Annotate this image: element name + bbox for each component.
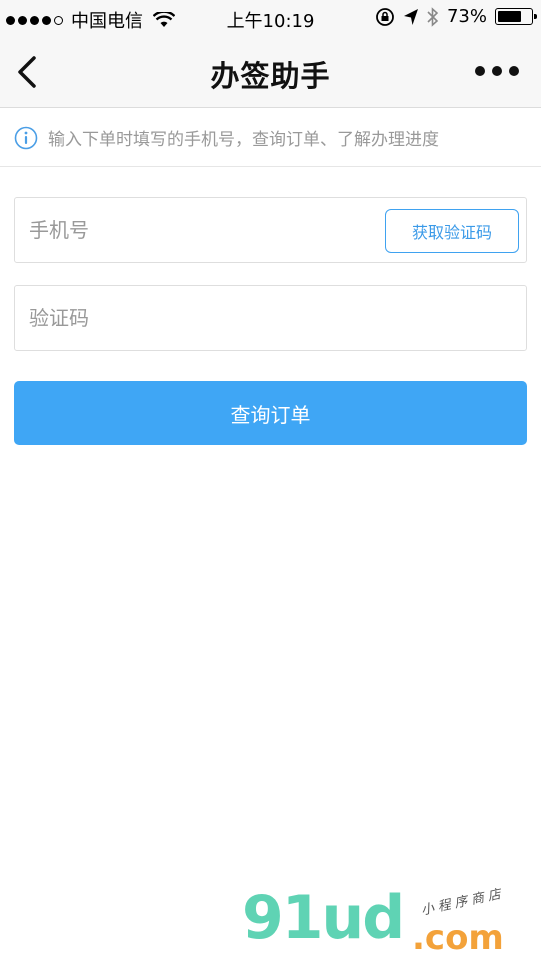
status-right: 73%	[375, 6, 537, 27]
watermark-logo: 91ud 小程序商店 .com	[242, 883, 532, 958]
nav-bar: 办签助手	[0, 36, 541, 108]
page-title: 办签助手	[210, 59, 331, 93]
phone-field-box: 获取验证码	[14, 197, 527, 263]
verification-code-input[interactable]	[29, 286, 369, 350]
bluetooth-icon	[427, 6, 439, 27]
location-arrow-icon	[403, 8, 418, 25]
battery-percent: 73%	[446, 6, 487, 27]
watermark-brand: 91ud	[242, 883, 405, 953]
more-dots-icon[interactable]	[475, 66, 519, 76]
battery-icon	[495, 8, 537, 25]
notice-bar: 输入下单时填写的手机号，查询订单、了解办理进度	[0, 109, 541, 167]
notice-text: 输入下单时填写的手机号，查询订单、了解办理进度	[48, 130, 439, 150]
watermark-tagline: 小程序商店	[419, 886, 507, 919]
rotation-lock-icon	[376, 7, 394, 26]
phone-input[interactable]	[29, 198, 369, 262]
battery-level	[498, 11, 522, 22]
watermark-domain: .com	[412, 918, 504, 958]
query-order-button[interactable]: 查询订单	[14, 381, 527, 445]
info-icon	[14, 126, 38, 149]
code-field-box	[14, 285, 527, 351]
status-bar: 中国电信 上午10:19 73%	[0, 0, 541, 36]
get-code-button[interactable]: 获取验证码	[385, 209, 519, 253]
